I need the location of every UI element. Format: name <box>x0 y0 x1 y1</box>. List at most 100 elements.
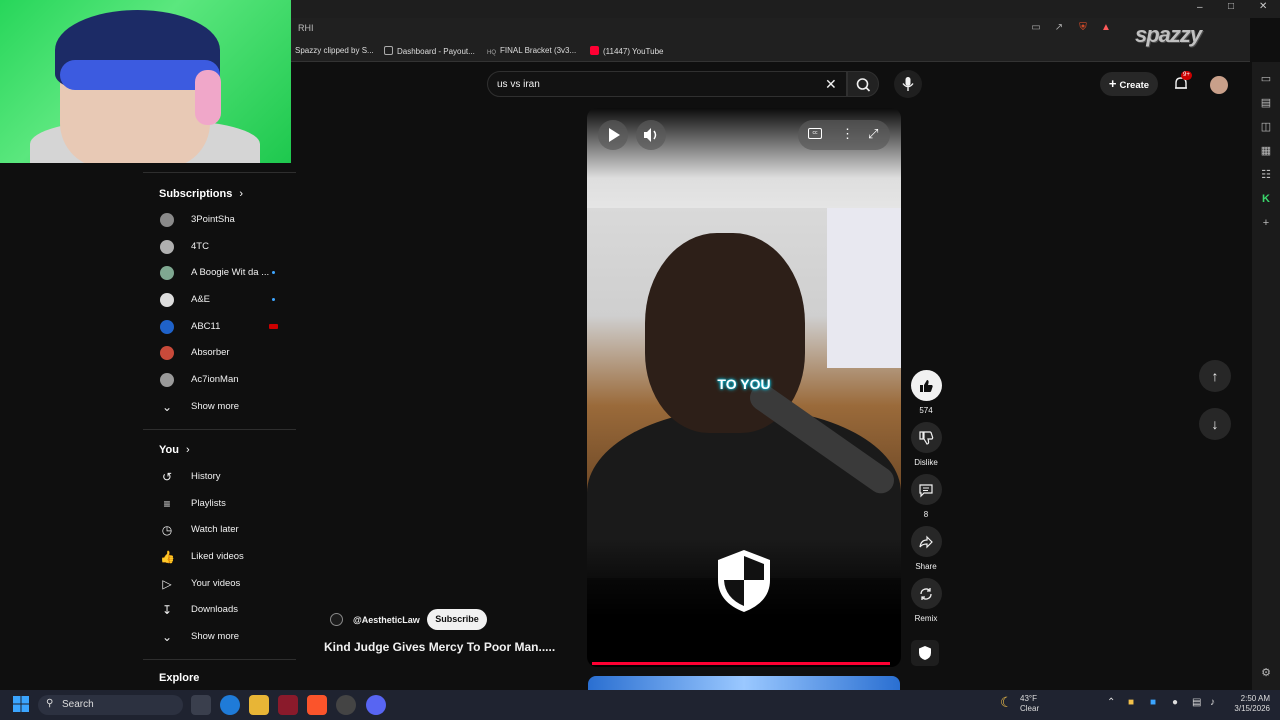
sidebar-item-label: ABC11 <box>191 321 221 332</box>
notifications-button[interactable]: 9+ <box>1172 71 1192 93</box>
share-page-icon[interactable]: ↗ <box>1053 22 1065 34</box>
tray-app-icon[interactable]: ■ <box>1128 697 1134 708</box>
like-circle <box>910 370 942 401</box>
you-heading[interactable]: You › <box>159 444 190 456</box>
comments-button[interactable]: 8 <box>905 474 947 519</box>
remix-icon <box>920 587 932 600</box>
notes-icon[interactable]: ☷ <box>1259 168 1273 182</box>
task-view-icon[interactable] <box>191 695 211 715</box>
brave-shield-icon[interactable]: ⛨ <box>1077 22 1089 34</box>
show-more-you[interactable]: ⌄ Show more <box>143 625 293 649</box>
bookmark-item[interactable]: HQ FINAL Bracket (3v3... <box>487 46 576 59</box>
sidebar-item-playlists[interactable]: ≡ Playlists <box>143 492 293 516</box>
clock-icon: ◷ <box>161 523 173 537</box>
wallet-icon[interactable]: ▦ <box>1259 144 1273 158</box>
previous-short-button[interactable]: ↑ <box>1199 360 1231 392</box>
kick-icon[interactable]: K <box>1259 192 1273 206</box>
volume-button[interactable] <box>636 120 666 150</box>
tray-chevron-icon[interactable]: ⌃ <box>1107 697 1115 708</box>
sidebar-item-history[interactable]: ↺ History <box>143 465 293 489</box>
channel-avatar[interactable] <box>330 613 343 626</box>
subscribe-button[interactable]: Subscribe <box>427 609 487 630</box>
bookmark-label: Dashboard - Payout... <box>397 47 475 56</box>
like-button[interactable]: 574 <box>905 370 947 415</box>
more-options-icon[interactable]: ⋮ <box>841 126 854 142</box>
avatar <box>160 240 174 254</box>
taskbar-search-label: Search <box>62 699 94 710</box>
settings-gear-icon[interactable]: ⚙ <box>1259 666 1273 680</box>
dashboard-icon <box>384 46 393 55</box>
voice-search-button[interactable] <box>894 70 922 98</box>
channel-name[interactable]: @AestheticLaw <box>353 615 420 625</box>
avatar <box>160 293 174 307</box>
sidebar-item-liked-videos[interactable]: 👍 Liked videos <box>143 545 293 569</box>
cast-icon[interactable]: ▭ <box>1030 22 1042 34</box>
chevron-down-icon: ⌄ <box>161 400 173 414</box>
sidebar-item-label: A Boogie Wit da ... <box>191 267 270 278</box>
discord-icon[interactable] <box>366 695 386 715</box>
reading-list-icon[interactable]: ▤ <box>1259 96 1273 110</box>
video-title[interactable]: Kind Judge Gives Mercy To Poor Man..... <box>324 640 555 654</box>
file-explorer-icon[interactable] <box>249 695 269 715</box>
avatar[interactable] <box>1210 76 1228 94</box>
sidebar-item-abc11[interactable]: ABC11 <box>143 315 293 339</box>
obs-icon[interactable] <box>336 695 356 715</box>
live-indicator-icon <box>269 324 278 329</box>
remix-button[interactable]: Remix <box>905 578 947 623</box>
sidebar-item-absorber[interactable]: Absorber <box>143 341 293 365</box>
next-short-preview[interactable] <box>588 676 900 690</box>
show-more-subscriptions[interactable]: ⌄ Show more <box>143 395 293 419</box>
sidebar-item-3pointsha[interactable]: 3PointSha <box>143 208 293 232</box>
dislike-button[interactable]: Dislike <box>905 422 947 467</box>
bookmark-panel-icon[interactable]: ▭ <box>1259 72 1273 86</box>
sidebar-item-downloads[interactable]: ↧ Downloads <box>143 598 293 622</box>
temperature-text: 43°F <box>1020 694 1037 703</box>
brave-browser-icon[interactable] <box>307 695 327 715</box>
close-icon[interactable]: ✕ <box>825 76 837 93</box>
maximize-icon[interactable]: □ <box>1228 1 1234 12</box>
fullscreen-icon[interactable]: ⤢ <box>868 126 878 142</box>
windows-start-icon[interactable] <box>13 696 29 712</box>
add-panel-icon[interactable]: + <box>1259 216 1273 230</box>
notification-badge: 9+ <box>1181 71 1192 80</box>
sidebar-item-label: A&E <box>191 294 211 305</box>
taskbar-search-input[interactable]: ⚲ <box>38 695 183 715</box>
sidebar-item-watch-later[interactable]: ◷ Watch later <box>143 518 293 542</box>
share-button[interactable]: Share <box>905 526 947 571</box>
bookmark-label: (11447) YouTube <box>603 47 664 56</box>
tray-app-icon[interactable]: ■ <box>1150 697 1156 708</box>
search-button[interactable] <box>847 71 879 97</box>
search-input[interactable]: us vs iran ✕ <box>487 71 847 97</box>
share-label: Share <box>915 562 937 571</box>
adobe-icon[interactable] <box>278 695 298 715</box>
shorts-video-player[interactable]: TO YOU cc ⋮ ⤢ <box>587 108 901 667</box>
sidebar-item-a-boogie[interactable]: A Boogie Wit da ... <box>143 261 293 285</box>
close-window-icon[interactable]: ✕ <box>1259 1 1267 12</box>
create-button[interactable]: + Create <box>1100 72 1158 96</box>
sidebar-item-4tc[interactable]: 4TC <box>143 235 293 259</box>
history-panel-icon[interactable]: ◫ <box>1259 120 1273 134</box>
taskbar-clock[interactable]: 2:50 AM 3/15/2026 <box>1228 694 1270 714</box>
history-icon: ↺ <box>161 470 173 484</box>
minimize-icon[interactable]: – <box>1197 2 1203 13</box>
bookmark-item[interactable]: Dashboard - Payout... <box>384 46 475 56</box>
play-button[interactable] <box>598 120 628 150</box>
captions-icon[interactable]: cc <box>808 128 822 139</box>
microphone-tray-icon[interactable]: ● <box>1172 697 1178 708</box>
sidebar-item-ac7ionman[interactable]: Ac7ionMan <box>143 368 293 392</box>
weather-widget[interactable]: 43°F Clear <box>1020 694 1039 714</box>
network-icon[interactable]: ▤ <box>1192 697 1201 708</box>
comments-circle <box>910 474 942 505</box>
video-progress-bar[interactable] <box>592 662 890 665</box>
sidebar-item-your-videos[interactable]: ▷ Your videos <box>143 572 293 596</box>
audio-source-thumbnail[interactable] <box>911 640 939 666</box>
brave-rewards-icon[interactable]: ▲ <box>1100 22 1112 34</box>
next-short-button[interactable]: ↓ <box>1199 408 1231 440</box>
subscriptions-heading[interactable]: Subscriptions › <box>159 188 243 200</box>
speaker-icon[interactable]: ♪ <box>1210 697 1215 708</box>
bookmark-item[interactable]: Spazzy clipped by S... <box>295 46 374 55</box>
sidebar-item-ae[interactable]: A&E <box>143 288 293 312</box>
bookmark-item[interactable]: (11447) YouTube <box>590 46 664 56</box>
thumbs-up-icon <box>920 379 933 392</box>
edge-browser-icon[interactable] <box>220 695 240 715</box>
